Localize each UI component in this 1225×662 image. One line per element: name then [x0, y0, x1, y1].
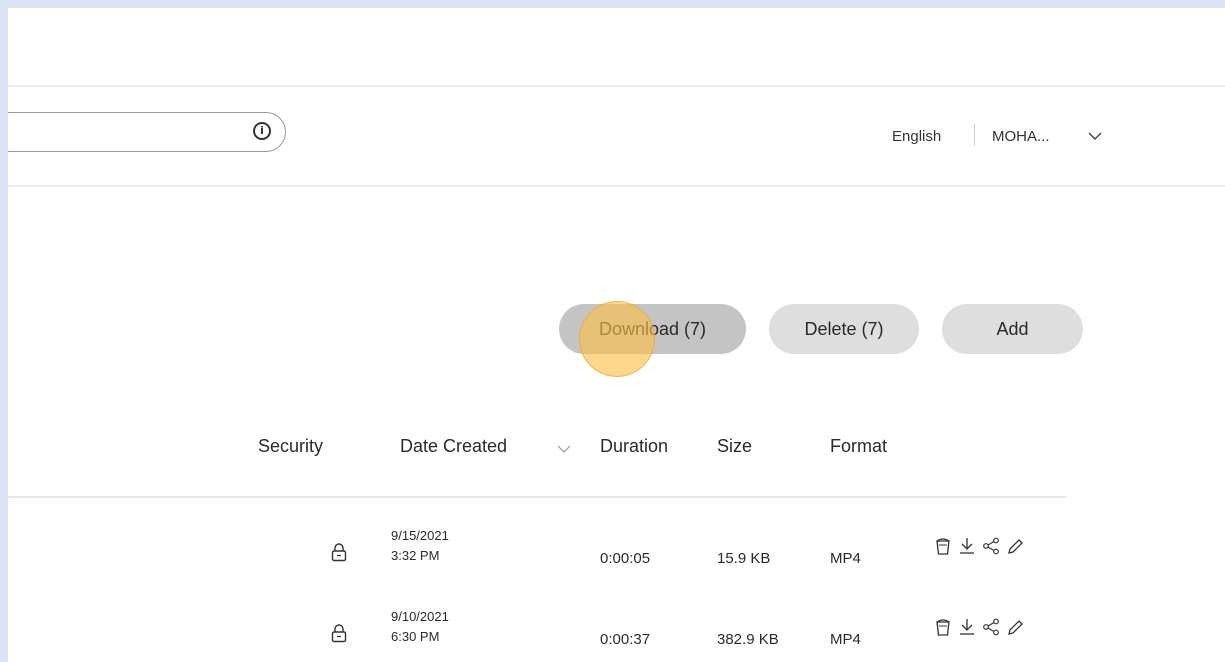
row-actions	[934, 617, 1024, 637]
download-button[interactable]: Download (7)	[559, 304, 746, 354]
size-value: 15.9 KB	[717, 550, 771, 567]
edit-icon[interactable]	[1006, 536, 1024, 556]
edit-icon[interactable]	[1006, 617, 1024, 637]
table-row[interactable]: 9/15/2021 3:32 PM 0:00:05 15.9 KB MP4	[8, 522, 1108, 582]
header-separator	[974, 124, 975, 146]
date-created: 9/10/2021 6:30 PM	[391, 607, 449, 647]
date-created: 9/15/2021 3:32 PM	[391, 526, 449, 566]
header-top-divider	[8, 85, 1225, 87]
row-actions	[934, 536, 1024, 556]
header-bottom-divider	[8, 185, 1225, 187]
delete-button[interactable]: Delete (7)	[769, 304, 919, 354]
sort-chevron-down-icon[interactable]	[557, 443, 571, 455]
time-value: 3:32 PM	[391, 548, 440, 563]
download-icon[interactable]	[958, 617, 976, 637]
column-header-duration: Duration	[600, 436, 669, 456]
trash-icon[interactable]	[934, 536, 952, 556]
lock-icon	[331, 624, 347, 643]
download-icon[interactable]	[958, 536, 976, 556]
size-value: 382.9 KB	[717, 631, 779, 648]
format-value: MP4	[830, 631, 861, 648]
duration-value: 0:00:37	[600, 631, 651, 648]
table-row[interactable]: 9/10/2021 6:30 PM 0:00:37 382.9 KB MP4	[8, 603, 1108, 662]
time-value: 6:30 PM	[391, 629, 440, 644]
column-header-size: Size	[717, 436, 753, 456]
search-input[interactable]: i	[8, 112, 286, 152]
date-value: 9/10/2021	[391, 609, 449, 624]
duration-value: 0:00:05	[600, 550, 651, 567]
user-menu[interactable]: MOHA...	[992, 128, 1050, 145]
language-selector[interactable]: English	[892, 128, 941, 145]
lock-icon	[331, 543, 347, 562]
format-value: MP4	[830, 550, 861, 567]
date-value: 9/15/2021	[391, 528, 449, 543]
add-button[interactable]: Add	[942, 304, 1083, 354]
app-window: i English MOHA... Download (7) Delete (7…	[8, 8, 1225, 662]
info-icon[interactable]: i	[253, 122, 271, 140]
column-header-format: Format	[830, 436, 888, 456]
column-header-date-created[interactable]: Date Created	[400, 436, 507, 457]
chevron-down-icon[interactable]	[1088, 129, 1102, 143]
share-icon[interactable]	[982, 536, 1000, 556]
share-icon[interactable]	[982, 617, 1000, 637]
column-header-security: Security	[258, 436, 324, 456]
trash-icon[interactable]	[934, 617, 952, 637]
table-header-divider	[8, 496, 1066, 498]
